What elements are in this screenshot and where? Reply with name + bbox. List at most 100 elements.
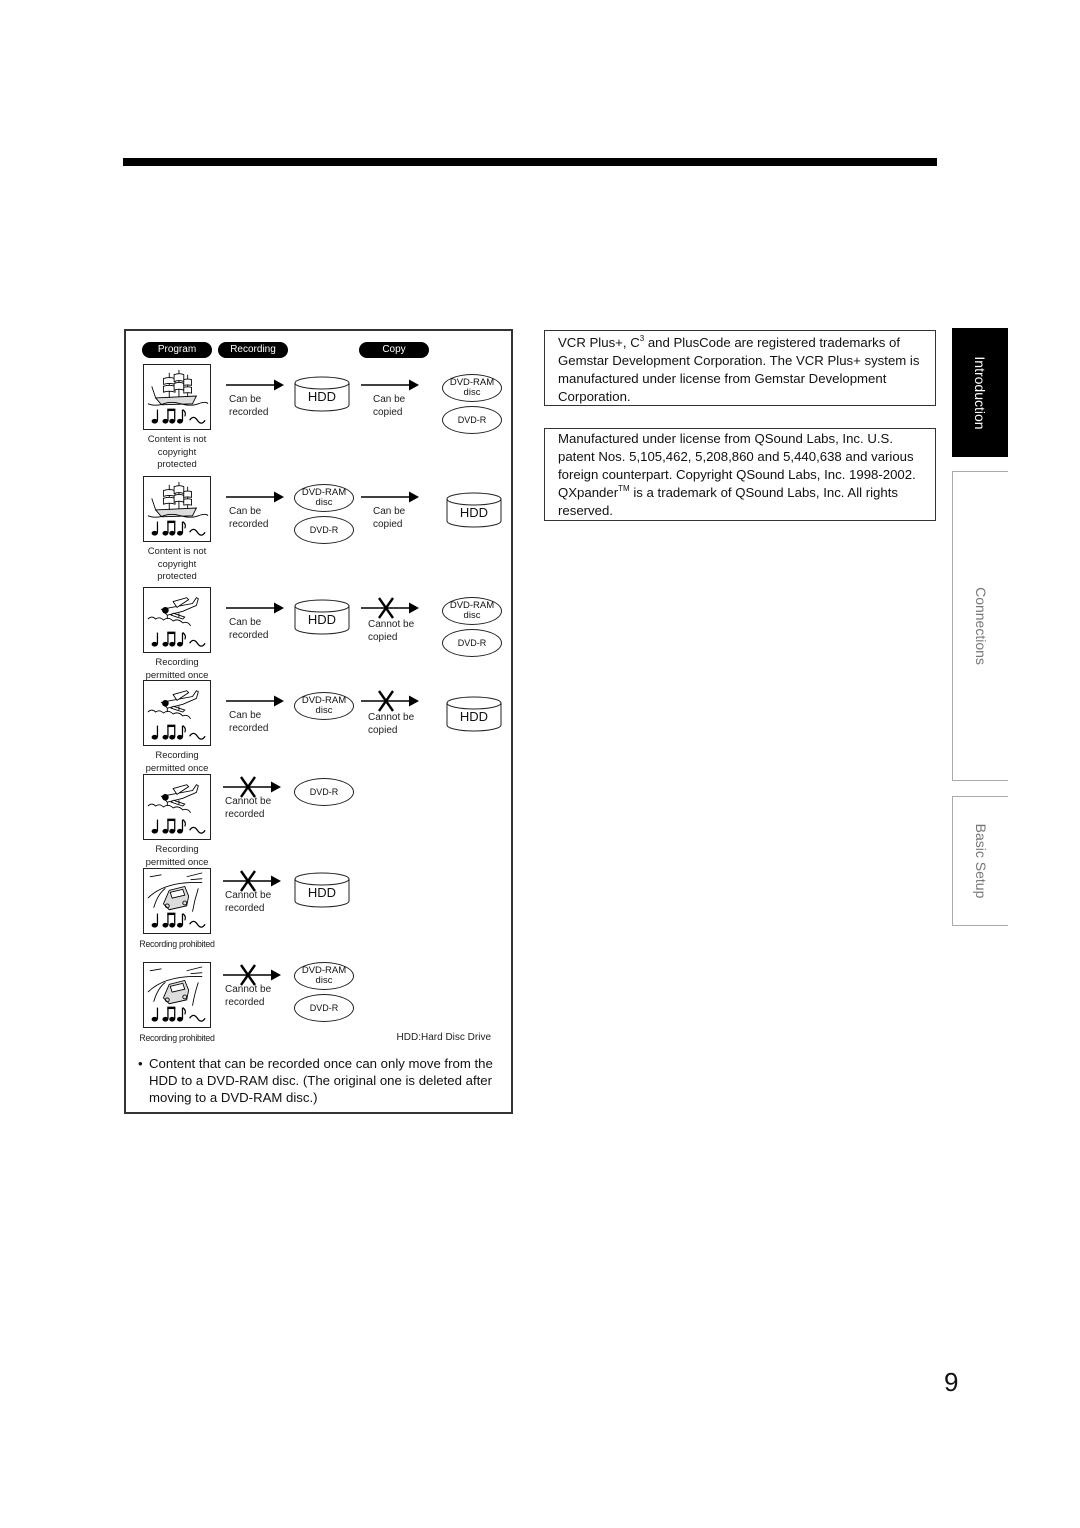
tab-connections-label: Connections: [972, 587, 989, 665]
trademark-box: VCR Plus+, C3 and PlusCode are registere…: [544, 330, 936, 406]
caption-line: Recording: [155, 750, 199, 761]
tab-introduction[interactable]: Introduction: [952, 328, 1008, 457]
copy-blocked-arrow: [361, 597, 419, 619]
dvd-ram-sub-label: disc: [315, 705, 333, 716]
dvd-ram-disc-icon: DVD-RAM disc: [294, 962, 354, 990]
record-arrow: [226, 601, 284, 615]
copy-status-line1: Can be: [373, 394, 406, 405]
program-caption: Recording prohibited: [128, 1032, 226, 1045]
record-status-line1: Can be: [229, 617, 262, 628]
dvd-ram-disc-icon: DVD-RAM disc: [442, 374, 502, 402]
caption-line: protected: [157, 571, 197, 582]
caption-line: protected: [157, 459, 197, 470]
record-status: Cannot be recorded: [225, 890, 271, 915]
ship-illustration: [143, 476, 211, 542]
hdd-icon: HDD: [294, 376, 350, 412]
dvd-r-disc-icon: DVD-R: [294, 778, 354, 806]
qsound-tm: TM: [618, 484, 630, 493]
record-status-line2: recorded: [225, 808, 265, 820]
record-status: Cannot be recorded: [225, 796, 271, 821]
program-caption: Recording permitted once: [132, 657, 222, 682]
header-recording: Recording: [218, 342, 288, 358]
record-status-line1: Cannot be: [225, 890, 272, 901]
trademark-line1-pre: VCR Plus+, C: [558, 335, 640, 350]
dvd-r-label: DVD-R: [309, 1003, 339, 1013]
page-number: 9: [944, 1367, 959, 1397]
tab-connections[interactable]: Connections: [952, 471, 1008, 781]
program-caption: Content is not copyright protected: [132, 434, 222, 472]
record-status: Can be recorded: [229, 506, 268, 531]
record-status-line1: Can be: [229, 394, 262, 405]
record-status-line2: recorded: [225, 996, 265, 1008]
copy-status-line2: copied: [368, 631, 398, 643]
caption-line: copyright: [157, 558, 197, 570]
dvd-r-label: DVD-R: [309, 525, 339, 535]
header-rule: [123, 158, 937, 166]
caption-line: Content is not: [147, 546, 207, 557]
dvd-r-disc-icon: DVD-R: [294, 994, 354, 1022]
record-arrow: [226, 378, 284, 392]
record-status-line2: recorded: [229, 406, 269, 418]
dvd-r-label: DVD-R: [309, 787, 339, 797]
car-illustration: [143, 868, 211, 934]
hdd-icon: HDD: [294, 599, 350, 635]
record-arrow: [226, 490, 284, 504]
hdd-icon: HDD: [294, 872, 350, 908]
record-status: Can be recorded: [229, 617, 268, 642]
copy-status-line2: copied: [373, 518, 403, 530]
hdd-legend: HDD:Hard Disc Drive: [396, 1032, 491, 1043]
record-status-line2: recorded: [229, 518, 269, 530]
record-blocked-arrow: [223, 870, 281, 892]
tab-introduction-label: Introduction: [972, 355, 988, 430]
caption-line: Content is not: [147, 434, 207, 445]
dvd-ram-disc-icon: DVD-RAM disc: [294, 484, 354, 512]
record-status-line1: Can be: [229, 710, 262, 721]
header-program: Program: [142, 342, 212, 358]
copy-status: Cannot be copied: [368, 619, 414, 644]
hdd-label: HDD: [307, 885, 337, 900]
record-arrow: [226, 694, 284, 708]
dvd-r-label: DVD-R: [457, 415, 487, 425]
caption-line: Recording prohibited: [139, 1033, 215, 1043]
copy-status-line2: copied: [368, 724, 398, 736]
copy-status: Can be copied: [373, 394, 405, 419]
copy-status-line1: Cannot be: [368, 712, 415, 723]
caption-line: Recording prohibited: [139, 939, 215, 949]
tab-basic-setup-label: Basic Setup: [972, 823, 989, 899]
dvd-ram-disc-icon: DVD-RAM disc: [294, 692, 354, 720]
copy-arrow: [361, 378, 419, 392]
record-status-line1: Cannot be: [225, 796, 272, 807]
hdd-label: HDD: [459, 709, 489, 724]
hdd-icon: HDD: [446, 492, 502, 528]
note-paragraph: • Content that can be recorded once can …: [138, 1055, 508, 1106]
copy-protection-diagram: Program Recording Copy Content is not cop…: [124, 329, 513, 1114]
record-blocked-arrow: [223, 776, 281, 798]
tab-basic-setup[interactable]: Basic Setup: [952, 796, 1008, 926]
airplane-illustration: [143, 680, 211, 746]
caption-line: Recording: [155, 844, 199, 855]
record-status-line1: Cannot be: [225, 984, 272, 995]
ship-illustration: [143, 364, 211, 430]
program-caption: Recording permitted once: [132, 750, 222, 775]
program-caption: Recording permitted once: [132, 844, 222, 869]
record-status: Can be recorded: [229, 710, 268, 735]
hdd-label: HDD: [307, 612, 337, 627]
copy-status-line1: Cannot be: [368, 619, 415, 630]
record-status-line2: recorded: [225, 902, 265, 914]
copy-blocked-arrow: [361, 690, 419, 712]
header-copy: Copy: [359, 342, 429, 358]
caption-line: copyright: [157, 446, 197, 458]
dvd-ram-sub-label: disc: [315, 975, 333, 986]
record-status-line2: recorded: [229, 629, 269, 641]
dvd-r-disc-icon: DVD-R: [442, 406, 502, 434]
hdd-icon: HDD: [446, 696, 502, 732]
record-blocked-arrow: [223, 964, 281, 986]
qsound-box: Manufactured under license from QSound L…: [544, 428, 936, 521]
airplane-illustration: [143, 587, 211, 653]
copy-status: Cannot be copied: [368, 712, 414, 737]
dvd-r-disc-icon: DVD-R: [442, 629, 502, 657]
copy-status: Can be copied: [373, 506, 405, 531]
hdd-label: HDD: [459, 505, 489, 520]
record-status-line1: Can be: [229, 506, 262, 517]
hdd-label: HDD: [307, 389, 337, 404]
